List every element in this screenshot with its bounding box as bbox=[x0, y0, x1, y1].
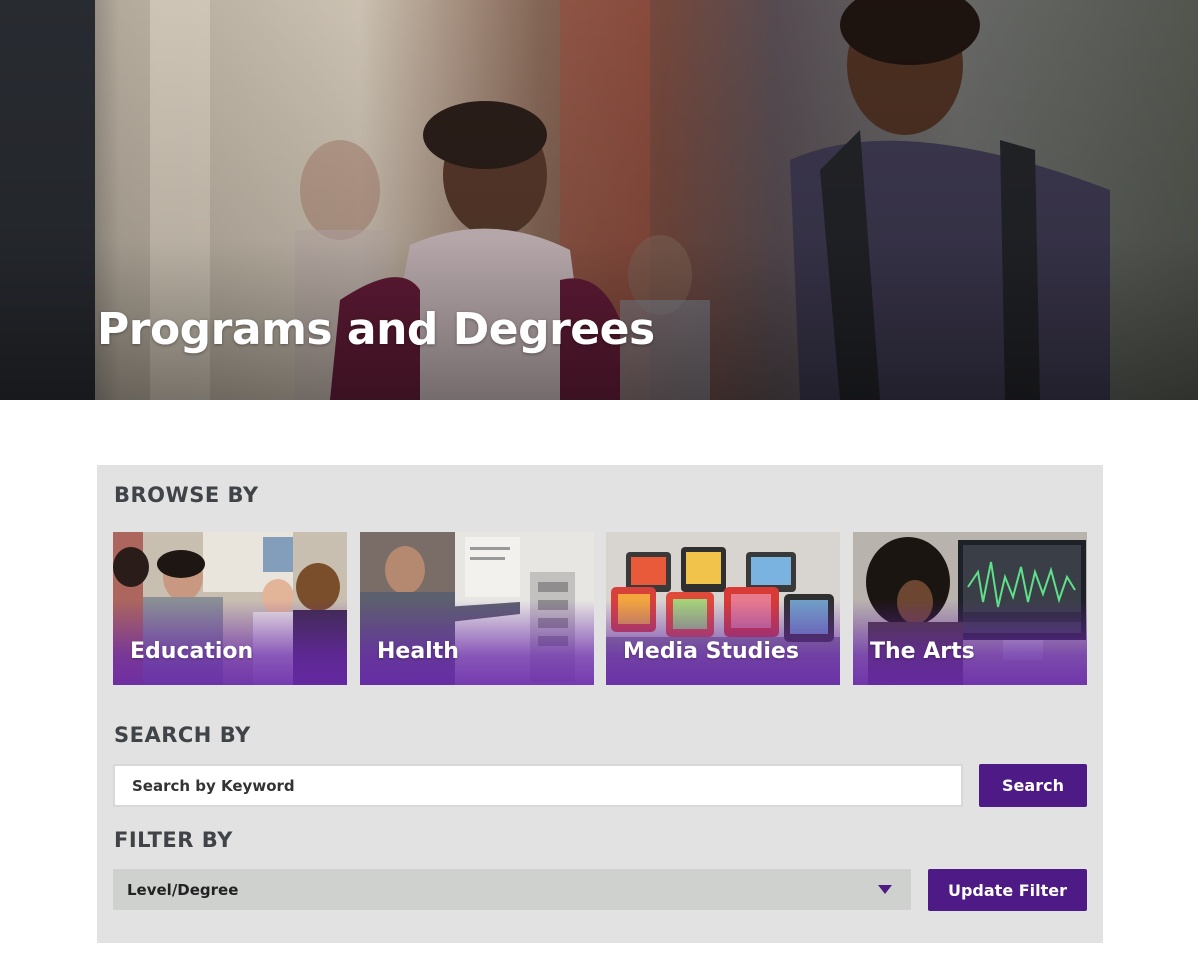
tile-label: Education bbox=[130, 639, 254, 664]
tile-education[interactable]: Education bbox=[113, 532, 347, 685]
tile-label: The Arts bbox=[870, 639, 975, 664]
search-heading: SEARCH BY bbox=[114, 723, 251, 747]
tile-label: Health bbox=[377, 639, 459, 664]
search-button[interactable]: Search bbox=[979, 764, 1087, 807]
dropdown-arrow-icon bbox=[878, 885, 892, 894]
tile-label: Media Studies bbox=[623, 639, 799, 664]
programs-panel: BROWSE BY Education Health Media Studies… bbox=[97, 465, 1103, 943]
browse-heading: BROWSE BY bbox=[114, 483, 259, 507]
level-degree-select[interactable]: Level/Degree bbox=[113, 869, 911, 910]
tile-the-arts[interactable]: The Arts bbox=[853, 532, 1087, 685]
search-input[interactable] bbox=[113, 764, 963, 807]
tile-media-studies[interactable]: Media Studies bbox=[606, 532, 840, 685]
update-filter-button[interactable]: Update Filter bbox=[928, 869, 1087, 911]
page-title: Programs and Degrees bbox=[97, 304, 655, 355]
tile-health[interactable]: Health bbox=[360, 532, 594, 685]
hero-banner: Programs and Degrees bbox=[0, 0, 1198, 400]
select-value: Level/Degree bbox=[127, 881, 239, 899]
browse-tiles: Education Health Media Studies The Arts bbox=[113, 532, 1087, 685]
filter-heading: FILTER BY bbox=[114, 828, 233, 852]
